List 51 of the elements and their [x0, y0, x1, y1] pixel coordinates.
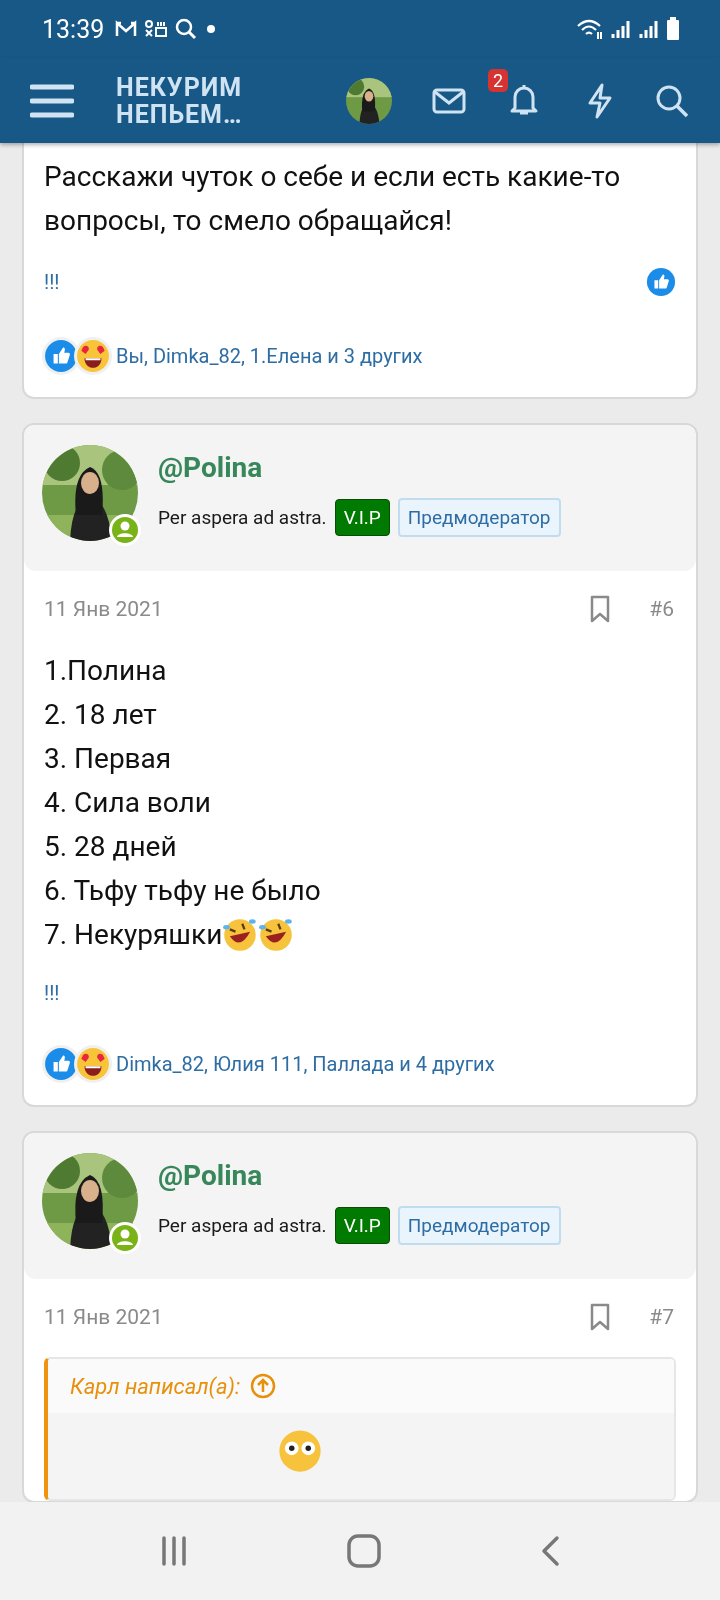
online-status-icon	[108, 1221, 142, 1255]
post-text: 5. 28 дней	[44, 829, 177, 865]
site-logo[interactable]: НЕКУРИМ НЕПЬЕМ…	[116, 73, 266, 128]
post-date[interactable]: 11 Янв 2021	[44, 1305, 163, 1329]
search-icon	[174, 17, 199, 41]
lightning-icon[interactable]	[586, 82, 614, 119]
author-name[interactable]: @Polina	[158, 1159, 561, 1192]
post-text: Расскажи чуток о себе и если есть какие-то вопросы, то смело обращайся!	[44, 159, 622, 239]
user-badge: Предмодератор	[397, 1206, 561, 1245]
user-badge: V.I.P	[334, 1207, 390, 1244]
online-status-icon	[108, 513, 142, 547]
laughing-face-icon	[222, 917, 259, 953]
user-badge: Предмодератор	[397, 498, 561, 537]
bookmark-icon[interactable]	[589, 1303, 612, 1331]
post-number[interactable]: #6	[649, 597, 674, 621]
signal-icon	[610, 18, 632, 40]
user-title: Per aspera ad astra.	[158, 1214, 327, 1237]
quote-author[interactable]: Карл написал(а):	[70, 1373, 241, 1399]
home-icon[interactable]	[347, 1534, 381, 1568]
arrow-up-icon[interactable]	[250, 1373, 277, 1399]
face-icon	[278, 1429, 322, 1473]
heart-eyes-face-icon	[74, 1045, 112, 1083]
post-text: 7. Некуряшки	[44, 917, 223, 953]
post-date[interactable]: 11 Янв 2021	[44, 597, 163, 621]
notification-count: 2	[488, 68, 509, 92]
author-name[interactable]: @Polina	[158, 451, 561, 484]
recent-apps-icon[interactable]	[159, 1535, 188, 1567]
signature-text: !!!	[44, 981, 60, 1005]
envelope-icon[interactable]	[432, 87, 466, 114]
reactions-link[interactable]: Dimka_82, Юлия 111, Паллада и 4 других	[116, 1052, 495, 1076]
clock-time: 13:39	[42, 14, 105, 44]
post-text: 1.Полина	[44, 653, 167, 689]
signal-icon	[638, 18, 660, 40]
wifi-icon	[576, 18, 604, 40]
like-icon[interactable]	[646, 267, 676, 297]
heart-eyes-face-icon	[74, 337, 112, 375]
post-text: 4. Сила воли	[44, 785, 211, 821]
laughing-face-icon	[258, 917, 295, 953]
reactions-link[interactable]: Вы, Dimka_82, 1.Елена и 3 других	[116, 344, 423, 368]
menu-icon[interactable]	[30, 82, 74, 119]
user-badge: V.I.P	[334, 499, 390, 536]
post-text: 2. 18 лет	[44, 697, 157, 733]
post-number[interactable]: #7	[649, 1305, 674, 1329]
signature-text: !!!	[44, 270, 60, 294]
mail-icon	[114, 20, 139, 38]
bookmark-icon[interactable]	[589, 595, 612, 623]
user-title: Per aspera ad astra.	[158, 506, 327, 529]
post-text: 6. Тьфу тьфу не было	[44, 873, 321, 909]
battery-icon	[666, 17, 680, 41]
back-icon[interactable]	[540, 1535, 561, 1567]
post-text: 3. Первая	[44, 741, 172, 777]
